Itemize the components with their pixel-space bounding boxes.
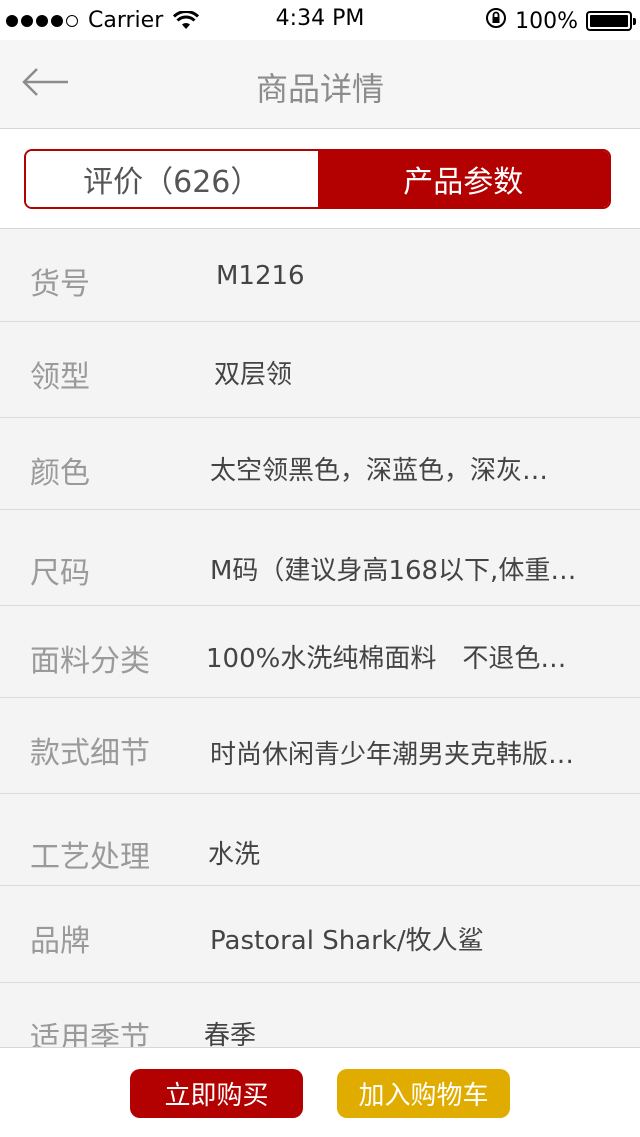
- param-label: 面料分类: [30, 644, 150, 679]
- param-value: 太空领黑色，深蓝色，深灰…: [210, 456, 549, 486]
- param-row-item-number: 货号 M1216: [0, 229, 640, 322]
- status-bar: Carrier 4:34 PM 100%: [0, 0, 640, 40]
- tab-product-params[interactable]: 产品参数: [317, 151, 609, 207]
- param-label: 颜色: [30, 456, 90, 491]
- param-row-size: 尺码 M码（建议身高168以下,体重…: [0, 510, 640, 606]
- param-label: 款式细节: [30, 736, 150, 771]
- param-label: 工艺处理: [30, 840, 150, 875]
- segment-area: 评价（626） 产品参数: [0, 129, 640, 229]
- add-to-cart-button[interactable]: 加入购物车: [337, 1069, 510, 1118]
- param-row-brand: 品牌 Pastoral Shark/牧人鲨: [0, 886, 640, 983]
- param-label: 货号: [30, 267, 90, 302]
- param-label: 尺码: [30, 556, 90, 591]
- param-label: 品牌: [30, 924, 90, 959]
- buy-now-button[interactable]: 立即购买: [130, 1069, 303, 1118]
- param-label: 领型: [30, 360, 90, 395]
- param-value: 双层领: [214, 360, 293, 390]
- status-right: 100%: [485, 7, 636, 35]
- param-row-style-details: 款式细节 时尚休闲青少年潮男夹克韩版…: [0, 698, 640, 794]
- param-value: 100%水洗纯棉面料 不退色…: [206, 644, 567, 674]
- tab-reviews[interactable]: 评价（626）: [26, 151, 318, 207]
- page-title: 商品详情: [255, 70, 384, 108]
- param-value: M1216: [216, 261, 305, 291]
- params-list: 货号 M1216 领型 双层领 颜色 太空领黑色，深蓝色，深灰… 尺码 M码（建…: [0, 229, 640, 1075]
- segmented-control: 评价（626） 产品参数: [24, 149, 611, 209]
- param-value: 水洗: [208, 840, 261, 870]
- param-row-process: 工艺处理 水洗: [0, 794, 640, 886]
- nav-bar: 商品详情: [0, 40, 640, 129]
- battery-percent: 100%: [515, 8, 578, 34]
- param-row-fabric: 面料分类 100%水洗纯棉面料 不退色…: [0, 606, 640, 698]
- param-row-collar: 领型 双层领: [0, 322, 640, 418]
- rotation-lock-icon: [485, 7, 507, 35]
- bottom-action-bar: 立即购买 加入购物车: [0, 1047, 640, 1137]
- param-value: Pastoral Shark/牧人鲨: [210, 926, 484, 956]
- param-value: 时尚休闲青少年潮男夹克韩版…: [210, 740, 575, 770]
- param-row-color: 颜色 太空领黑色，深蓝色，深灰…: [0, 418, 640, 510]
- param-value: M码（建议身高168以下,体重…: [210, 556, 577, 586]
- battery-icon: [586, 11, 636, 31]
